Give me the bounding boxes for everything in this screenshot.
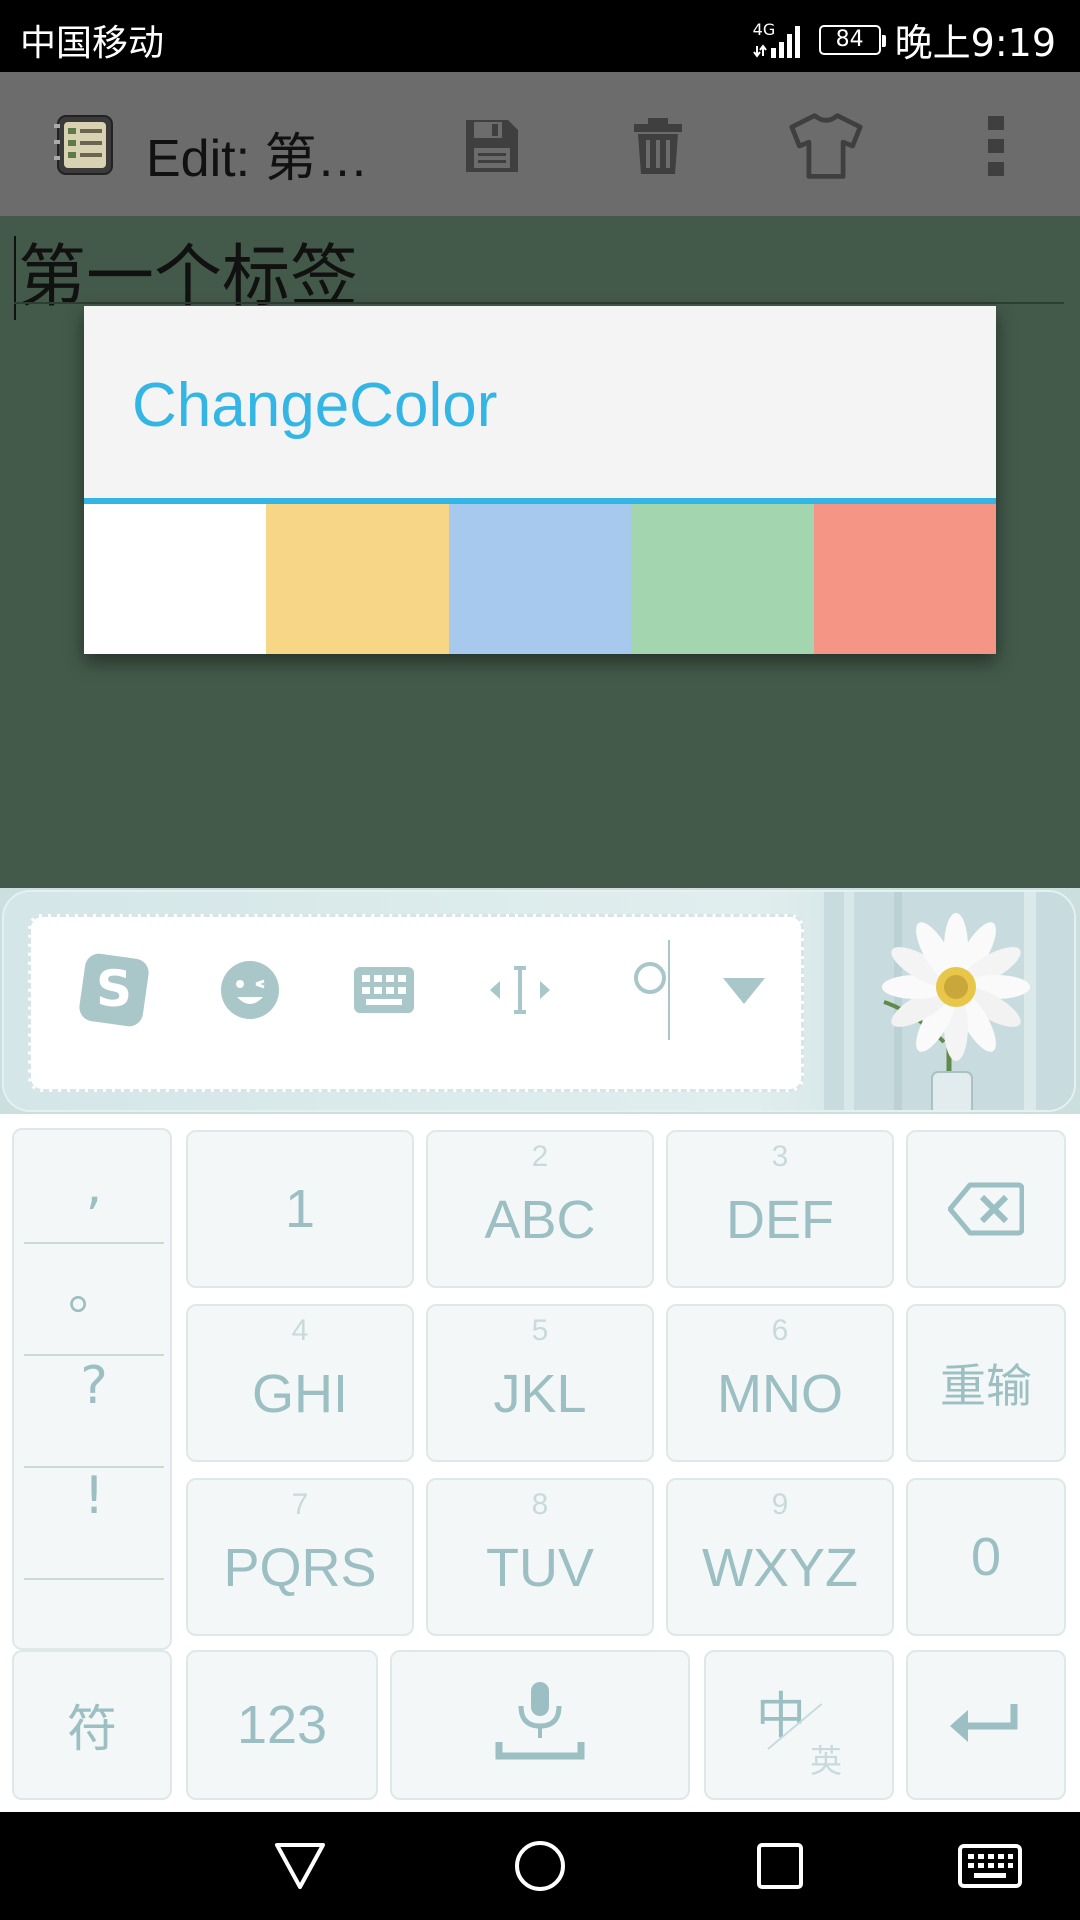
key-6-mno[interactable]: 6 MNO [666, 1304, 894, 1462]
retype-label: 重输 [940, 1360, 1032, 1412]
back-triangle-icon [275, 1843, 325, 1889]
save-button[interactable] [454, 108, 530, 184]
keyboard-toggle-icon [958, 1844, 1022, 1888]
key-8-tuv[interactable]: 8 TUV [426, 1478, 654, 1636]
app-bar: Edit: 第… [0, 72, 1080, 216]
signal-4g-icon: 4G [753, 20, 805, 60]
color-swatch-white[interactable] [84, 504, 267, 654]
key-number: 6 [771, 1314, 789, 1347]
key-7-pqrs[interactable]: 7 PQRS [186, 1478, 414, 1636]
key-number: 5 [531, 1314, 549, 1347]
key-letters: TUV [486, 1538, 594, 1598]
key-0-label: 0 [970, 1527, 1002, 1587]
language-switch-key[interactable]: 中 英 [704, 1650, 894, 1800]
lang-english-label: 英 [810, 1743, 843, 1779]
key-1-label: 1 [284, 1179, 316, 1239]
punctuation-column: , 。 ? ! [12, 1128, 172, 1650]
key-9-wxyz[interactable]: 9 WXYZ [666, 1478, 894, 1636]
flower-skin-image [824, 892, 1074, 1110]
key-4-ghi[interactable]: 4 GHI [186, 1304, 414, 1462]
status-bar: 中国移动 4G 84 晚上9:19 [0, 0, 1080, 72]
enter-key[interactable] [906, 1650, 1066, 1800]
enter-icon [950, 1704, 1018, 1742]
home-circle-icon [515, 1841, 565, 1891]
color-swatch-green[interactable] [631, 504, 814, 654]
network-label: 4G [752, 19, 776, 39]
status-right: 4G 84 晚上9:19 [753, 12, 1056, 67]
recents-button[interactable] [748, 1834, 812, 1898]
key-number: 4 [291, 1314, 309, 1347]
key-letters: DEF [726, 1190, 834, 1250]
punct-divider [24, 1578, 164, 1580]
color-swatch-red[interactable] [813, 504, 997, 654]
key-0[interactable]: 0 [906, 1478, 1066, 1636]
symbol-key[interactable]: 符 [12, 1650, 172, 1800]
emoji-icon[interactable] [210, 950, 290, 1030]
backspace-key[interactable] [906, 1130, 1066, 1288]
space-key[interactable] [390, 1650, 690, 1800]
key-letters: GHI [251, 1364, 348, 1424]
punct-exclaim-key[interactable]: ! [24, 1440, 164, 1552]
change-color-dialog: ChangeColor [84, 306, 997, 654]
color-swatch-row [84, 504, 997, 654]
key-letters: MNO [717, 1364, 843, 1424]
search-icon[interactable] [614, 940, 694, 1040]
key-number: 7 [291, 1488, 309, 1521]
symbol-label: 符 [67, 1701, 117, 1757]
ime-toolbar-frame: S [2, 890, 1076, 1112]
sogou-logo-icon[interactable]: S [74, 950, 154, 1030]
navigation-bar [0, 1812, 1080, 1920]
change-color-button[interactable] [788, 108, 864, 184]
key-number: 8 [531, 1488, 549, 1521]
shirt-icon [789, 113, 863, 179]
key-3-def[interactable]: 3 DEF [666, 1130, 894, 1288]
key-2-abc[interactable]: 2 ABC [426, 1130, 654, 1288]
punct-comma-key[interactable]: , [24, 1130, 164, 1242]
dialog-title: ChangeColor [132, 371, 498, 440]
key-letters: ABC [484, 1190, 596, 1250]
delete-button[interactable] [620, 108, 696, 184]
recents-square-icon [757, 1843, 803, 1889]
ime-keyboard: , 。 ? ! 1 2 ABC 3 DEF 4 GHI 5 JKL 6 MNO [0, 1114, 1080, 1812]
battery-icon: 84 [818, 24, 886, 55]
more-vert-icon [988, 116, 1004, 176]
save-icon [466, 120, 518, 172]
carrier-label: 中国移动 [20, 23, 165, 64]
cursor-move-icon[interactable] [480, 950, 560, 1030]
back-button[interactable] [268, 1834, 332, 1898]
punct-period-key[interactable]: 。 [24, 1230, 164, 1342]
ime-toolbar: S [0, 888, 1080, 1114]
more-options-button[interactable] [958, 108, 1034, 184]
key-letters: JKL [493, 1364, 587, 1424]
keyboard-icon[interactable] [344, 950, 424, 1030]
battery-level: 84 [835, 27, 864, 52]
backspace-icon [948, 1182, 1024, 1236]
trash-icon [634, 118, 682, 174]
retype-key[interactable]: 重输 [906, 1304, 1066, 1462]
key-letters: WXYZ [702, 1538, 858, 1598]
key-letters: PQRS [223, 1538, 377, 1598]
app-notes-icon[interactable] [52, 112, 118, 178]
key-number: 9 [771, 1488, 789, 1521]
svg-text:S: S [96, 960, 132, 1018]
color-swatch-yellow[interactable] [266, 504, 449, 654]
microphone-icon [495, 1682, 585, 1760]
clock: 晚上9:19 [894, 21, 1056, 65]
key-1[interactable]: 1 [186, 1130, 414, 1288]
key-number: 2 [531, 1140, 549, 1173]
page-title: Edit: 第… [146, 130, 369, 188]
collapse-down-icon[interactable] [704, 950, 784, 1030]
home-button[interactable] [508, 1834, 572, 1898]
color-swatch-blue[interactable] [448, 504, 632, 654]
punct-question-key[interactable]: ? [24, 1330, 164, 1442]
numeric-key[interactable]: 123 [186, 1650, 378, 1800]
numeric-label: 123 [236, 1695, 328, 1755]
key-5-jkl[interactable]: 5 JKL [426, 1304, 654, 1462]
key-number: 3 [771, 1140, 789, 1173]
keyboard-toggle-button[interactable] [958, 1834, 1022, 1898]
editor-underline [14, 302, 1064, 304]
